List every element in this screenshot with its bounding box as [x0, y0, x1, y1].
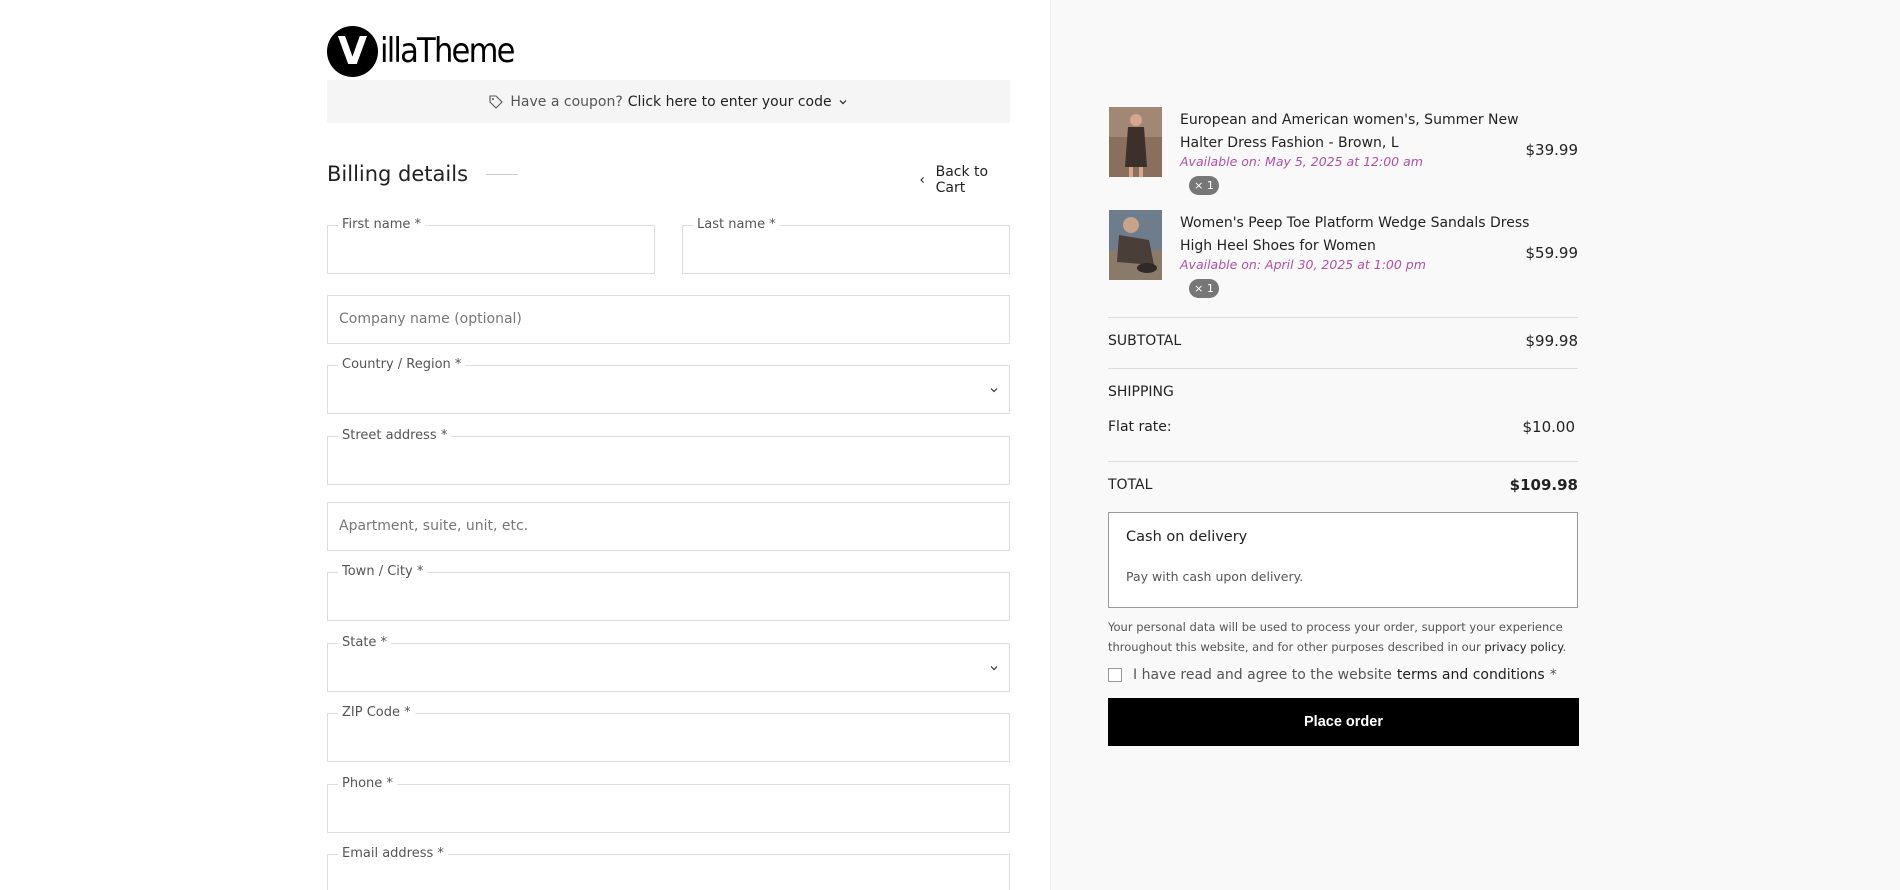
terms-row: I have read and agree to the website ter…	[1108, 667, 1557, 683]
divider	[1108, 461, 1578, 462]
phone-label: Phone *	[338, 776, 397, 792]
terms-required: *	[1549, 667, 1557, 683]
last-name-field[interactable]: Last name *	[682, 217, 1010, 274]
street-address-label: Street address *	[338, 428, 452, 444]
billing-details-heading: Billing details	[327, 162, 519, 186]
item-name: Women's Peep Toe Platform Wedge Sandals …	[1180, 215, 1530, 254]
chevron-down-icon[interactable]	[838, 97, 848, 107]
privacy-end: .	[1562, 640, 1567, 654]
terms-text: I have read and agree to the website	[1133, 667, 1392, 683]
zip-code-label: ZIP Code *	[338, 705, 415, 721]
payment-method-title: Cash on delivery	[1126, 529, 1248, 545]
company-name-placeholder: Company name (optional)	[339, 311, 522, 327]
phone-field[interactable]: Phone *	[327, 776, 1010, 833]
state-label: State *	[338, 635, 392, 651]
total-label: TOTAL	[1108, 477, 1153, 493]
coupon-banner: Have a coupon? Click here to enter your …	[327, 80, 1010, 123]
item-availability: Available on: May 5, 2025 at 12:00 am	[1180, 154, 1423, 169]
product-thumbnail-sandals[interactable]	[1109, 210, 1162, 280]
logo-wordmark: illaTheme	[380, 31, 515, 71]
item-availability: Available on: April 30, 2025 at 1:00 pm	[1180, 257, 1426, 272]
place-order-button[interactable]: Place order	[1108, 698, 1579, 746]
payment-method-description: Pay with cash upon delivery.	[1126, 569, 1304, 584]
privacy-policy-link[interactable]: privacy policy	[1484, 640, 1562, 654]
country-label: Country / Region *	[338, 357, 466, 373]
last-name-label: Last name *	[693, 217, 780, 233]
chevron-left-icon	[920, 177, 924, 183]
city-label: Town / City *	[338, 564, 428, 580]
payment-method-box[interactable]: Cash on delivery Pay with cash upon deli…	[1108, 512, 1578, 608]
item-quantity-badge: × 1	[1189, 279, 1219, 298]
order-item: Women's Peep Toe Platform Wedge Sandals …	[1109, 210, 1578, 300]
apartment-field[interactable]: Apartment, suite, unit, etc.	[327, 502, 1010, 551]
first-name-label: First name *	[338, 217, 425, 233]
order-item: European and American women's, Summer Ne…	[1109, 107, 1578, 197]
item-quantity-badge: × 1	[1189, 176, 1219, 195]
terms-checkbox[interactable]	[1108, 668, 1122, 682]
street-address-field[interactable]: Street address *	[327, 428, 1010, 485]
chevron-down-icon	[990, 388, 998, 393]
email-label: Email address *	[338, 846, 448, 862]
item-price: $39.99	[1525, 141, 1579, 159]
subtotal-value: $99.98	[1525, 332, 1579, 350]
logo-mark: V	[327, 25, 378, 77]
country-select[interactable]: Country / Region *	[327, 357, 1010, 414]
zip-code-field[interactable]: ZIP Code *	[327, 705, 1010, 762]
divider	[1108, 368, 1578, 369]
billing-panel: V illaTheme Have a coupon? Click here to…	[0, 0, 1050, 890]
heading-divider	[486, 173, 519, 175]
flat-rate-label: Flat rate:	[1108, 419, 1172, 435]
coupon-link[interactable]: Click here to enter your code	[628, 94, 832, 110]
email-field[interactable]: Email address *	[327, 846, 1010, 890]
tag-icon	[489, 94, 504, 109]
apartment-placeholder: Apartment, suite, unit, etc.	[339, 518, 529, 534]
city-field[interactable]: Town / City *	[327, 564, 1010, 621]
billing-title-text: Billing details	[327, 162, 469, 186]
divider	[1108, 317, 1578, 318]
total-value: $109.98	[1509, 476, 1578, 494]
terms-link[interactable]: terms and conditions	[1397, 667, 1545, 683]
chevron-down-icon	[990, 666, 998, 671]
privacy-notice: Your personal data will be used to proce…	[1108, 617, 1578, 657]
shipping-label: SHIPPING	[1108, 384, 1174, 400]
product-thumbnail-dress[interactable]	[1109, 107, 1162, 177]
back-to-cart-link[interactable]: Back to Cart	[918, 164, 1010, 196]
coupon-prompt: Have a coupon?	[510, 93, 623, 110]
subtotal-label: SUBTOTAL	[1108, 333, 1182, 349]
company-name-field[interactable]: Company name (optional)	[327, 295, 1010, 344]
first-name-field[interactable]: First name *	[327, 217, 655, 274]
flat-rate-value: $10.00	[1522, 418, 1576, 436]
villatheme-logo[interactable]: V illaTheme	[327, 24, 528, 78]
state-select[interactable]: State *	[327, 635, 1010, 692]
item-name: European and American women's, Summer Ne…	[1180, 112, 1519, 151]
back-to-cart-label: Back to Cart	[935, 164, 989, 196]
item-price: $59.99	[1525, 244, 1579, 262]
